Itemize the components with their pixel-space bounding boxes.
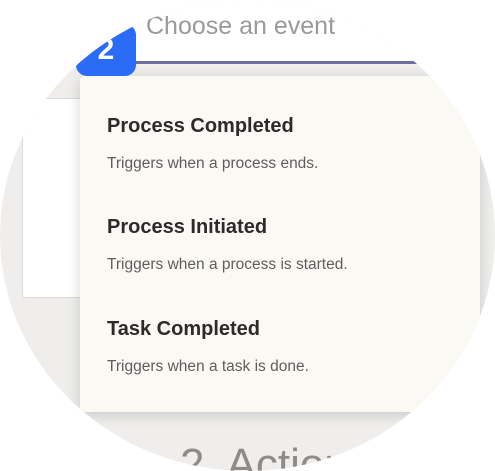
option-process-completed[interactable]: Process Completed Triggers when a proces… xyxy=(107,115,467,199)
option-task-completed[interactable]: Task Completed Triggers when a task is d… xyxy=(107,318,467,402)
screenshot-stage: Choose an event Process Completed Trigge… xyxy=(0,0,495,471)
step-number-badge: 2 xyxy=(76,24,136,76)
option-title: Process Completed xyxy=(107,115,294,137)
action-section-heading: 2. Action xyxy=(180,440,349,471)
option-title: Task Completed xyxy=(107,318,260,340)
event-dropdown-menu: Process Completed Triggers when a proces… xyxy=(80,76,480,412)
magnified-view: Choose an event Process Completed Trigge… xyxy=(0,0,495,471)
option-description: Triggers when a process ends. xyxy=(107,155,319,172)
event-select-placeholder: Choose an event xyxy=(146,12,336,40)
option-title: Process Initiated xyxy=(107,216,268,238)
option-description: Triggers when a task is done. xyxy=(107,358,309,375)
option-description: Triggers when a process is started. xyxy=(107,256,348,273)
option-process-initiated[interactable]: Process Initiated Triggers when a proces… xyxy=(107,216,467,300)
